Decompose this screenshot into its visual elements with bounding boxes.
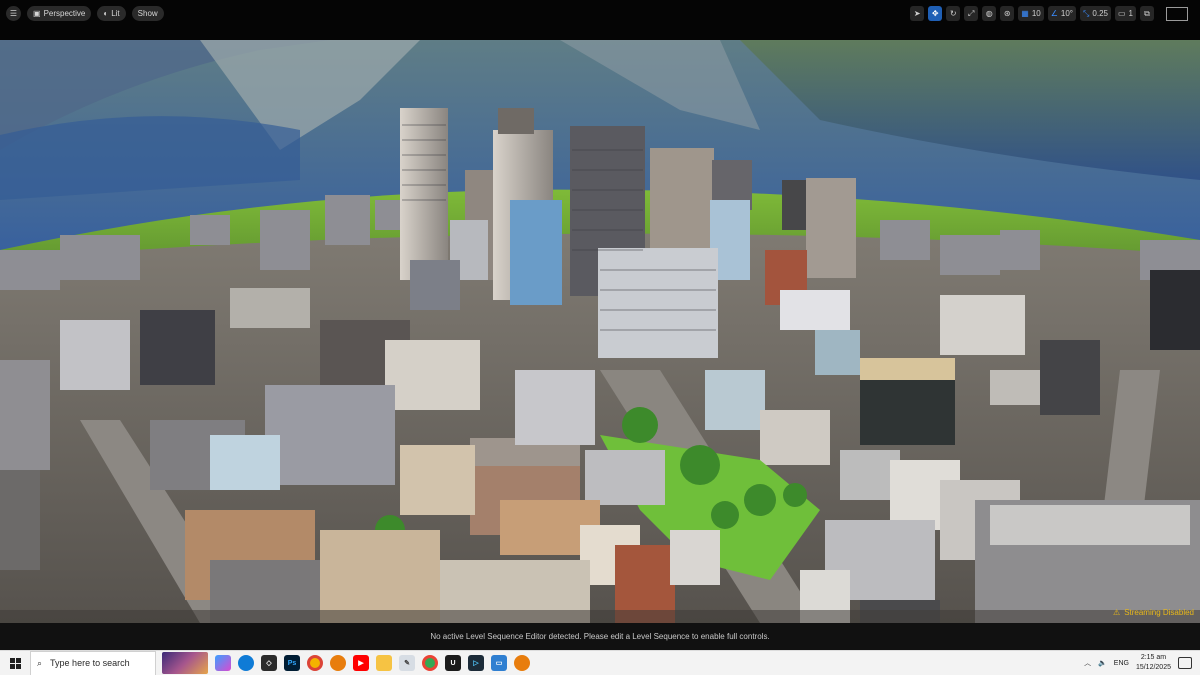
- lighting-mode-label: Lit: [111, 9, 120, 18]
- view-mode-label: Perspective: [43, 9, 86, 18]
- chrome-profile-icon[interactable]: [422, 655, 438, 671]
- clock-date: 15/12/2025: [1135, 664, 1171, 671]
- rotation-snap-button[interactable]: ∠ 10°: [1047, 6, 1076, 21]
- start-button[interactable]: [0, 651, 30, 675]
- rotation-snap-value: 10°: [1060, 9, 1073, 18]
- cube-icon: ▣: [33, 9, 41, 18]
- lighting-mode-button[interactable]: ◐ Lit: [97, 6, 126, 21]
- viewport-toolbar-left: ☰ ▣ Perspective ◐ Lit Show: [6, 6, 164, 21]
- scale-snap-icon: ⤡: [1083, 8, 1090, 18]
- unreal-editor-window: ☰ ▣ Perspective ◐ Lit Show ➤ ✥ ↻ ⤢ ◍ ⊛ ▦…: [0, 0, 1200, 675]
- status-message: No active Level Sequence Editor detected…: [430, 632, 770, 641]
- windows-taskbar: ⌕ ◇ Ps ▶ ✎ U ▷ ▭ ︿ 🔈 ENG 2:15 am: [0, 650, 1200, 675]
- clock-time: 2:15 am: [1140, 654, 1167, 661]
- volume-icon[interactable]: 🔈: [1098, 659, 1107, 667]
- photoshop-icon[interactable]: Ps: [284, 655, 300, 671]
- streaming-status-text: Streaming Disabled: [1124, 608, 1194, 617]
- grid-snap-icon: ▦: [1021, 9, 1029, 18]
- viewport-layout-icon[interactable]: [1166, 6, 1188, 21]
- paint-icon[interactable]: ✎: [399, 655, 415, 671]
- angle-snap-icon: ∠: [1050, 9, 1058, 18]
- copilot-icon[interactable]: [215, 655, 231, 671]
- windows-logo-icon: [9, 657, 21, 669]
- camera-speed-button[interactable]: ▭ 1: [1114, 6, 1136, 21]
- camera-speed-value: 1: [1128, 9, 1133, 18]
- scale-snap-button[interactable]: ⤡ 0.25: [1080, 6, 1111, 21]
- world-space-icon[interactable]: ◍: [982, 6, 997, 21]
- language-indicator[interactable]: ENG: [1114, 660, 1129, 667]
- taskbar-search-input[interactable]: [50, 658, 141, 668]
- edge-icon[interactable]: [238, 655, 254, 671]
- view-mode-button[interactable]: ▣ Perspective: [27, 6, 92, 21]
- chevron-up-icon[interactable]: ︿: [1084, 658, 1091, 668]
- warning-icon: ⚠: [1113, 608, 1121, 617]
- grid-snap-value: 10: [1031, 9, 1041, 18]
- show-label: Show: [137, 9, 158, 18]
- notification-icon[interactable]: [1178, 657, 1192, 669]
- show-button[interactable]: Show: [131, 6, 164, 21]
- hamburger-menu-icon[interactable]: ☰: [6, 6, 21, 21]
- camera-icon: ▭: [1117, 9, 1126, 18]
- widgets-icon[interactable]: [162, 652, 208, 674]
- blender-alt-icon[interactable]: [514, 655, 530, 671]
- blender-icon[interactable]: [330, 655, 346, 671]
- city-scene-render: [0, 40, 1200, 623]
- level-viewport[interactable]: ⚠ Streaming Disabled: [0, 40, 1200, 623]
- maximize-viewport-icon[interactable]: ⧉: [1140, 6, 1154, 21]
- taskbar-apps: ◇ Ps ▶ ✎ U ▷ ▭: [162, 652, 530, 674]
- streaming-status-badge: ⚠ Streaming Disabled: [1113, 608, 1194, 617]
- unreal-engine-icon[interactable]: U: [445, 655, 461, 671]
- viewport-toolbar-right: ➤ ✥ ↻ ⤢ ◍ ⊛ ▦ 10 ∠ 10° ⤡ 0.25 ▭ 1 ⧉: [910, 6, 1188, 21]
- file-explorer-icon[interactable]: [376, 655, 392, 671]
- viewport-toolbar: ☰ ▣ Perspective ◐ Lit Show ➤ ✥ ↻ ⤢ ◍ ⊛ ▦…: [0, 0, 1200, 40]
- scale-snap-value: 0.25: [1092, 9, 1108, 18]
- clock[interactable]: 2:15 am 15/12/2025: [1136, 653, 1171, 673]
- sequencer-status-bar: No active Level Sequence Editor detected…: [0, 623, 1200, 650]
- terminal-icon[interactable]: ▷: [468, 655, 484, 671]
- lit-sphere-icon: ◐: [103, 9, 109, 18]
- search-icon: ⌕: [37, 657, 43, 668]
- unity-icon[interactable]: ◇: [261, 655, 277, 671]
- taskbar-search[interactable]: ⌕: [30, 650, 156, 675]
- rotate-tool-icon[interactable]: ↻: [946, 6, 961, 21]
- grid-snap-button[interactable]: ▦ 10: [1018, 6, 1044, 21]
- translate-tool-icon[interactable]: ✥: [928, 6, 943, 21]
- chrome-icon[interactable]: [307, 655, 323, 671]
- remote-desktop-icon[interactable]: ▭: [491, 655, 507, 671]
- system-tray: ︿ 🔈 ENG 2:15 am 15/12/2025: [1084, 653, 1200, 673]
- surface-snap-icon[interactable]: ⊛: [1000, 6, 1015, 21]
- select-tool-icon[interactable]: ➤: [910, 6, 925, 21]
- scale-tool-icon[interactable]: ⤢: [964, 6, 979, 21]
- youtube-icon[interactable]: ▶: [353, 655, 369, 671]
